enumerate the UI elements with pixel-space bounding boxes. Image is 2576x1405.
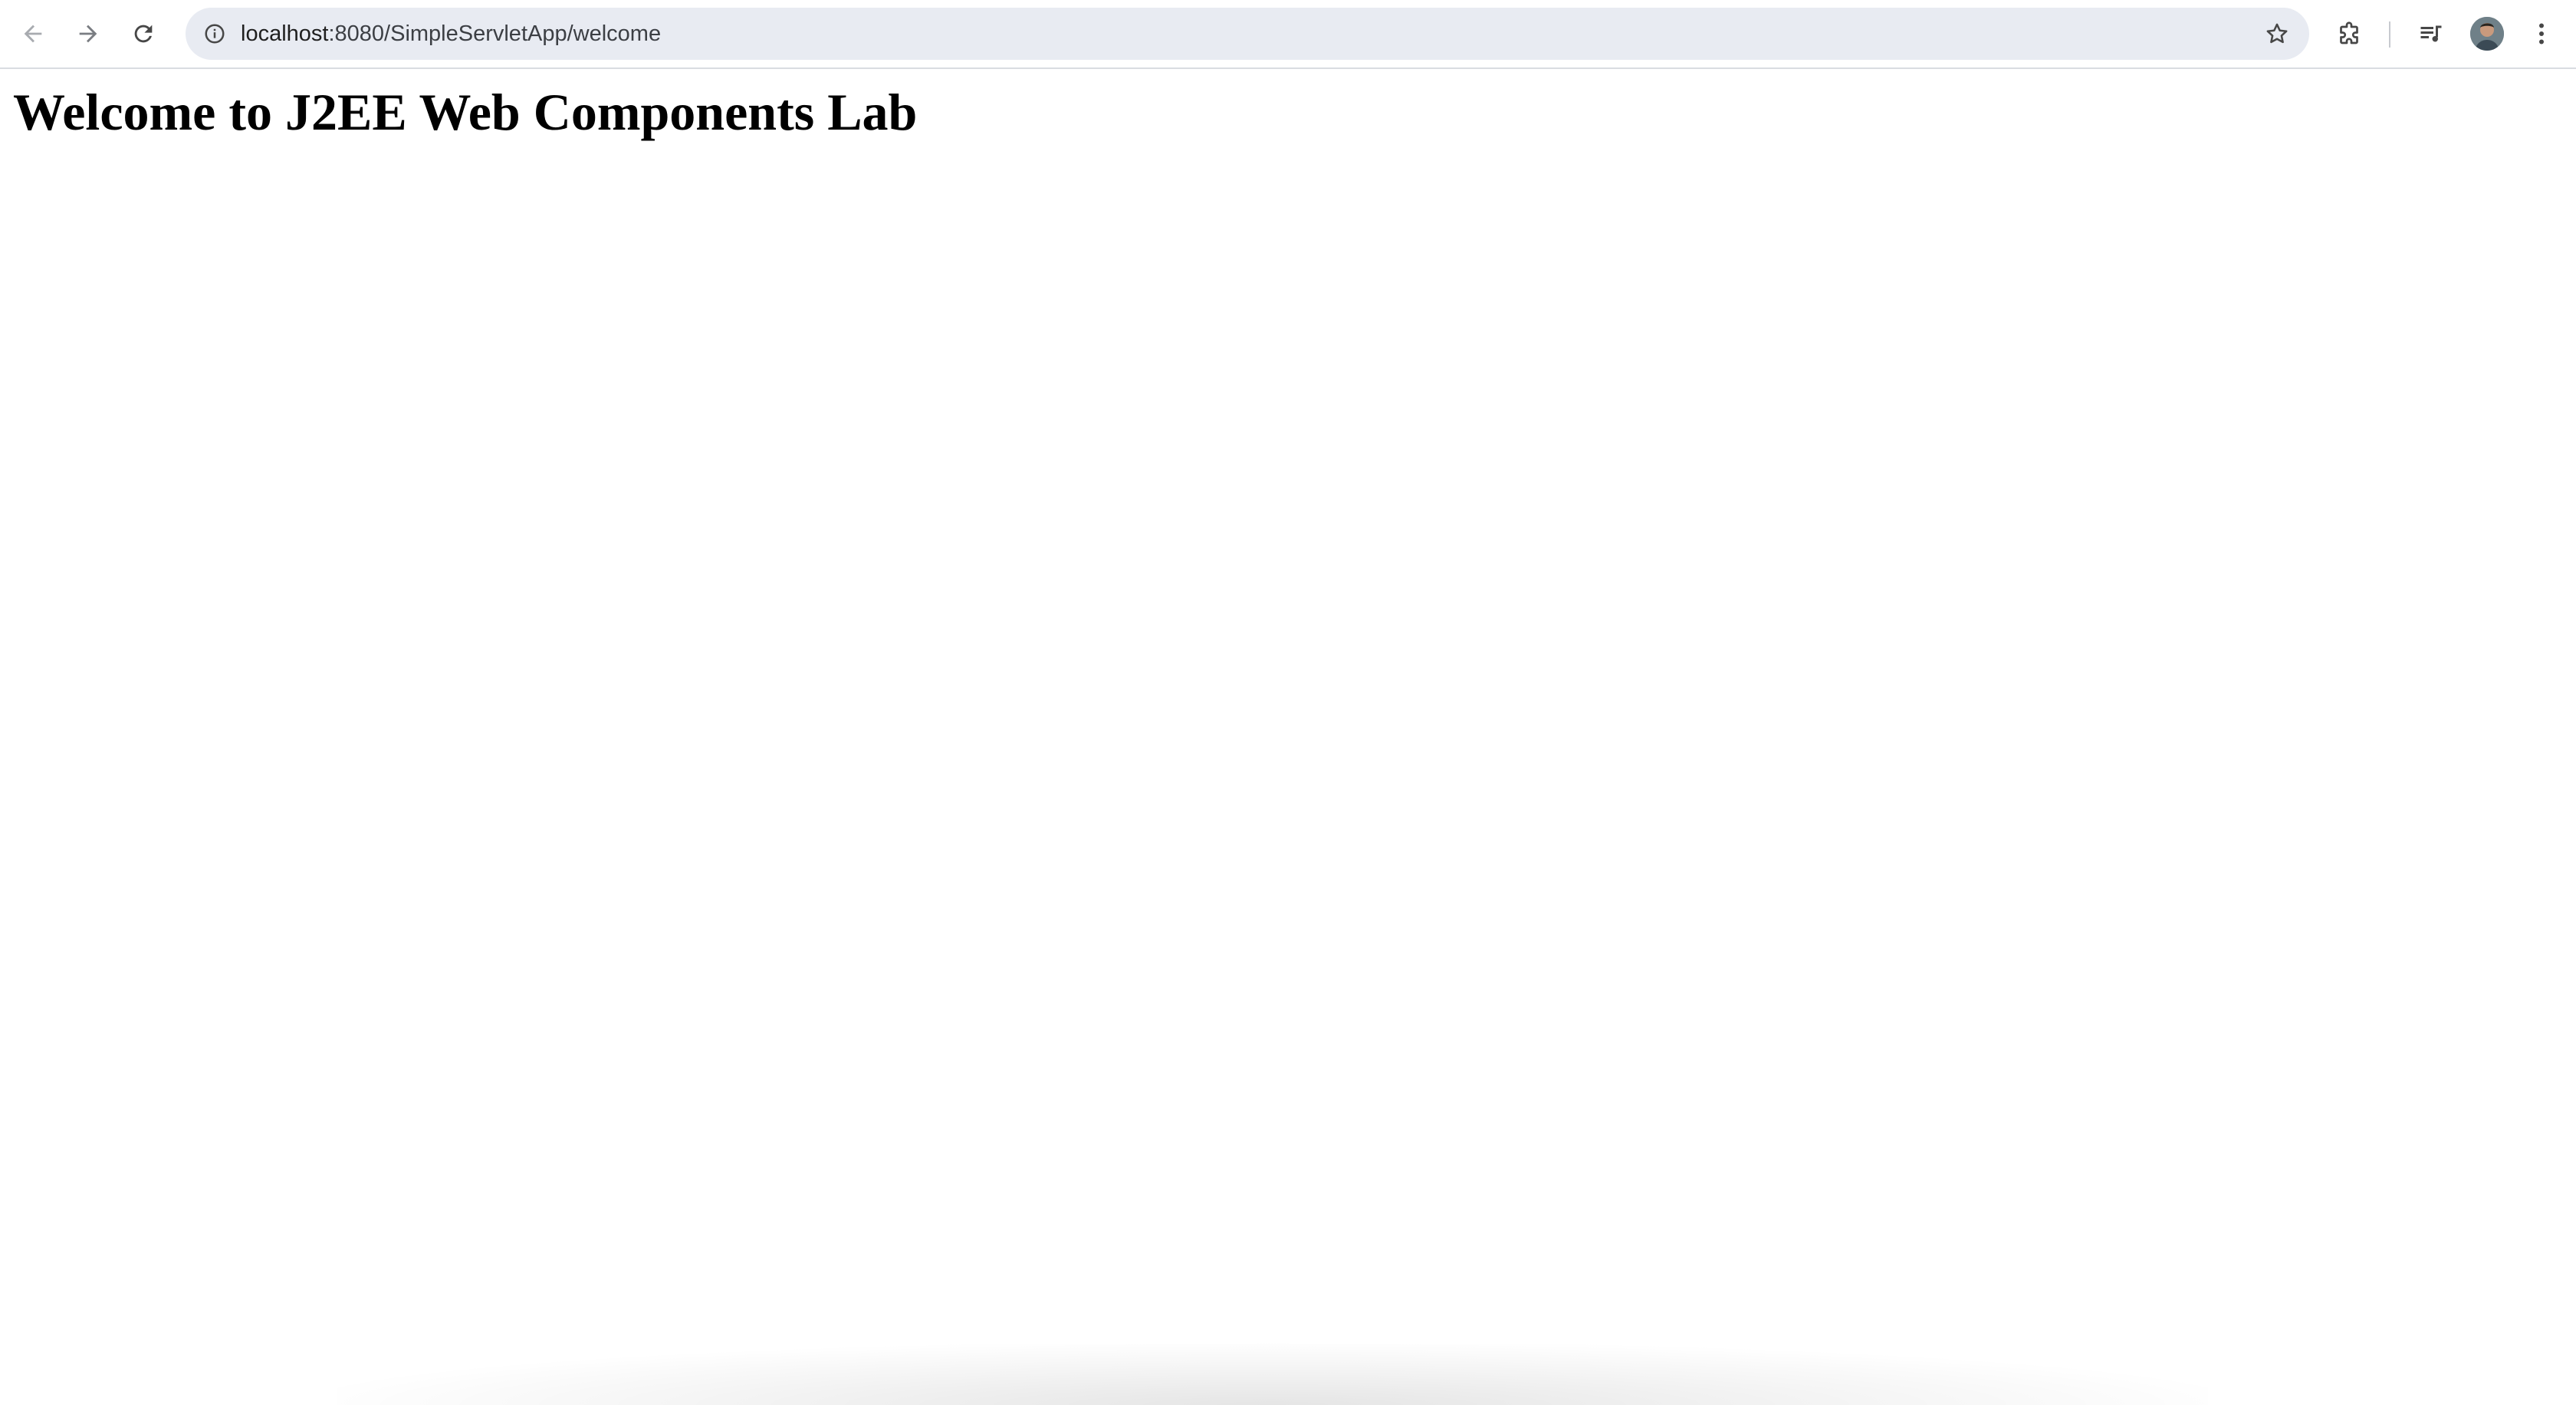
media-controls-button[interactable] [2409,12,2453,56]
arrow-left-icon [24,25,42,43]
toolbar-divider [2389,21,2390,48]
address-bar[interactable]: localhost:8080/SimpleServletApp/welcome [186,8,2309,60]
reload-icon [134,25,153,43]
media-controls-icon [2420,25,2442,42]
reload-button[interactable] [121,12,166,56]
kebab-menu-icon [2539,23,2544,44]
bottom-shadow [337,1344,2208,1405]
site-info-icon[interactable] [198,17,232,51]
back-button[interactable] [11,12,55,56]
puzzle-piece-icon [2340,21,2358,44]
bookmark-star-button[interactable] [2259,15,2295,52]
forward-button[interactable] [66,12,110,56]
browser-menu-button[interactable] [2519,12,2564,56]
star-icon [2266,23,2288,44]
url-text[interactable]: localhost:8080/SimpleServletApp/welcome [241,8,661,60]
profile-avatar-icon [2470,17,2504,51]
arrow-right-icon [79,25,97,43]
url-host: localhost [241,21,329,46]
page-heading: Welcome to J2EE Web Components Lab [13,83,918,141]
page-content: Welcome to J2EE Web Components Lab [0,71,2576,1405]
extensions-button[interactable] [2327,12,2371,56]
profile-avatar[interactable] [2470,17,2504,51]
browser-toolbar: localhost:8080/SimpleServletApp/welcome [0,0,2576,69]
url-path: :8080/SimpleServletApp/welcome [328,21,662,46]
